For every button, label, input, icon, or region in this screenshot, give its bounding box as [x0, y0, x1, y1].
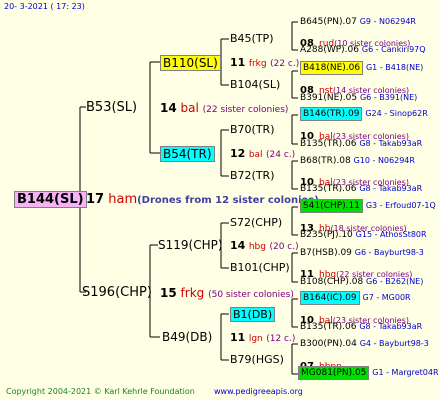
gen2-queen-2[interactable]: B54(TR): [160, 146, 215, 162]
gen4-row-16[interactable]: MG081(PN).05 G1 - Margret04R: [298, 366, 439, 380]
gen3-queen-3[interactable]: B70(TR): [230, 124, 275, 135]
footer-copyright: Copyright 2004-2021 © Karl Kehrle Founda…: [6, 387, 195, 396]
gen2-info-3: 14 hbg (20 c.): [230, 239, 299, 252]
gen3-queen-8[interactable]: B79(HGS): [230, 354, 284, 365]
root-info: 17 ham(Drones from 12 sister colonies): [86, 193, 319, 206]
gen4-row-8[interactable]: B135(TR).06 G8 - Takab93aR: [300, 185, 422, 194]
gen3-queen-6[interactable]: B101(CHP): [230, 262, 290, 273]
gen2-queen-1[interactable]: B110(SL): [160, 55, 221, 71]
root-queen[interactable]: B144(SL): [14, 191, 87, 208]
gen3-queen-4[interactable]: B72(TR): [230, 170, 275, 181]
gen1-queen-1[interactable]: B53(SL): [86, 101, 137, 114]
header-date: 20- 3-2021 ( 17: 23): [4, 2, 85, 11]
gen1-info-1: 14 bal (22 sister colonies): [160, 101, 289, 115]
gen1-queen-2[interactable]: S196(CHP): [82, 286, 152, 299]
gen3-queen-5[interactable]: S72(CHP): [230, 217, 282, 228]
gen4-row-1[interactable]: B645(PN).07 G9 - N06294R: [300, 18, 416, 27]
gen2-info-4: 11 lgn (12 c.): [230, 331, 296, 344]
root-tag: ham: [108, 192, 138, 207]
gen4-row-6[interactable]: B135(TR).06 G8 - Takab93aR: [300, 140, 422, 149]
footer-url[interactable]: www.pedigreeapis.org: [214, 388, 303, 396]
gen4-row-12[interactable]: B108(CHP).08 G6 - B262(NE): [300, 278, 423, 287]
gen1-info-2: 15 frkg (50 sister colonies): [160, 286, 294, 300]
gen2-queen-4[interactable]: B49(DB): [162, 331, 212, 343]
gen2-info-1: 11 frkg (22 c.): [230, 56, 300, 69]
gen4-row-7[interactable]: B68(TR).08 G10 - N06294R: [300, 157, 415, 166]
gen4-row-4[interactable]: B391(NE).05 G6 - B391(NE): [300, 94, 417, 103]
gen4-row-11[interactable]: B7(HSB).09 G6 - Bayburt98-3: [300, 249, 424, 258]
root-drones: (Drones from 12 sister colonies): [137, 195, 319, 206]
gen4-row-5[interactable]: B146(TR).09 G24 - Sinop62R: [300, 107, 428, 121]
gen2-info-2: 12 bal (24 c.): [230, 147, 296, 160]
gen4-row-13[interactable]: B164(IC).09 G7 - MG00R: [300, 291, 411, 305]
gen4-row-2[interactable]: A288(WP).06 G6 - Cankiri97Q: [300, 46, 426, 55]
root-num: 17: [86, 192, 105, 207]
gen4-row-9[interactable]: S41(CHP).11 G3 - Erfoud07-1Q: [300, 199, 436, 213]
gen4-row-15[interactable]: B300(PN).04 G4 - Bayburt98-3: [300, 340, 429, 349]
gen2-queen-3[interactable]: S119(CHP): [158, 239, 223, 251]
gen3-queen-2[interactable]: B104(SL): [230, 79, 280, 90]
gen4-row-14[interactable]: B135(TR).06 G8 - Takab93aR: [300, 323, 422, 332]
gen3-queen-7[interactable]: B1(DB): [230, 307, 276, 322]
gen3-queen-1[interactable]: B45(TP): [230, 33, 273, 44]
gen4-row-10[interactable]: B235(PJ).10 G15 - AthosSt80R: [300, 231, 427, 240]
gen4-row-3[interactable]: B418(NE).06 G1 - B418(NE): [300, 61, 423, 75]
